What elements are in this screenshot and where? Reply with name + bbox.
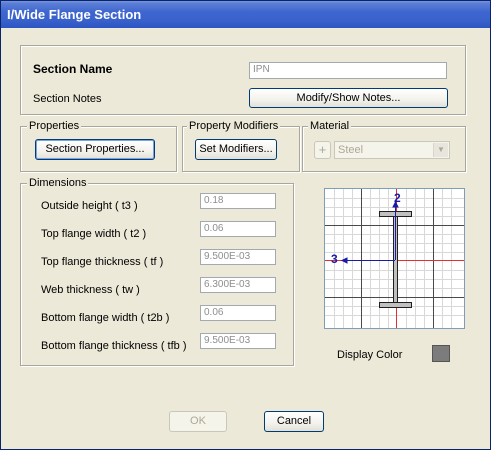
material-select[interactable]: Steel ▼	[334, 141, 450, 159]
cancel-button[interactable]: Cancel	[264, 411, 324, 432]
dimension-label-web-thickness: Web thickness ( tw )	[41, 284, 140, 296]
section-preview-drawing	[325, 189, 464, 328]
section-preview: 2 3	[324, 188, 465, 329]
ok-button[interactable]: OK	[169, 411, 227, 432]
chevron-down-icon[interactable]: ▼	[433, 143, 448, 157]
properties-legend: Properties	[27, 120, 82, 132]
axis-3-label: 3	[331, 252, 338, 266]
material-legend: Material	[308, 120, 352, 132]
section-name-input[interactable]: IPN	[249, 62, 447, 79]
title-bar[interactable]: I/Wide Flange Section	[1, 1, 490, 28]
bottom-flange-width-input[interactable]: 0.06	[200, 305, 276, 321]
add-material-button[interactable]: +	[314, 141, 331, 159]
section-name-label: Section Name	[33, 62, 113, 76]
display-color-swatch[interactable]	[432, 345, 450, 362]
dimension-label-bottom-flange-width: Bottom flange width ( t2b )	[41, 312, 170, 324]
web-thickness-input[interactable]: 6.300E-03	[200, 277, 276, 293]
dialog-window: I/Wide Flange Section Section Name IPN S…	[0, 0, 491, 450]
set-modifiers-button[interactable]: Set Modifiers...	[195, 139, 277, 160]
material-selected-value: Steel	[338, 144, 364, 156]
modify-show-notes-button[interactable]: Modify/Show Notes...	[249, 88, 448, 108]
dimensions-legend: Dimensions	[27, 177, 89, 189]
top-flange-width-input[interactable]: 0.06	[200, 221, 276, 237]
dimension-label-outside-height: Outside height ( t3 )	[41, 200, 138, 212]
axis-2-label: 2	[394, 191, 401, 205]
bottom-flange-thickness-input[interactable]: 9.500E-03	[200, 333, 276, 349]
top-flange-thickness-input[interactable]: 9.500E-03	[200, 249, 276, 265]
dimension-label-bottom-flange-thickness: Bottom flange thickness ( tfb )	[41, 340, 187, 352]
dimension-label-top-flange-thickness: Top flange thickness ( tf )	[41, 256, 164, 268]
property-modifiers-legend: Property Modifiers	[187, 120, 281, 132]
dimension-label-top-flange-width: Top flange width ( t2 )	[41, 228, 147, 240]
section-properties-button[interactable]: Section Properties...	[35, 139, 155, 160]
window-title: I/Wide Flange Section	[7, 7, 142, 22]
section-notes-label: Section Notes	[33, 93, 102, 105]
display-color-label: Display Color	[337, 349, 403, 361]
outside-height-input[interactable]: 0.18	[200, 193, 276, 209]
